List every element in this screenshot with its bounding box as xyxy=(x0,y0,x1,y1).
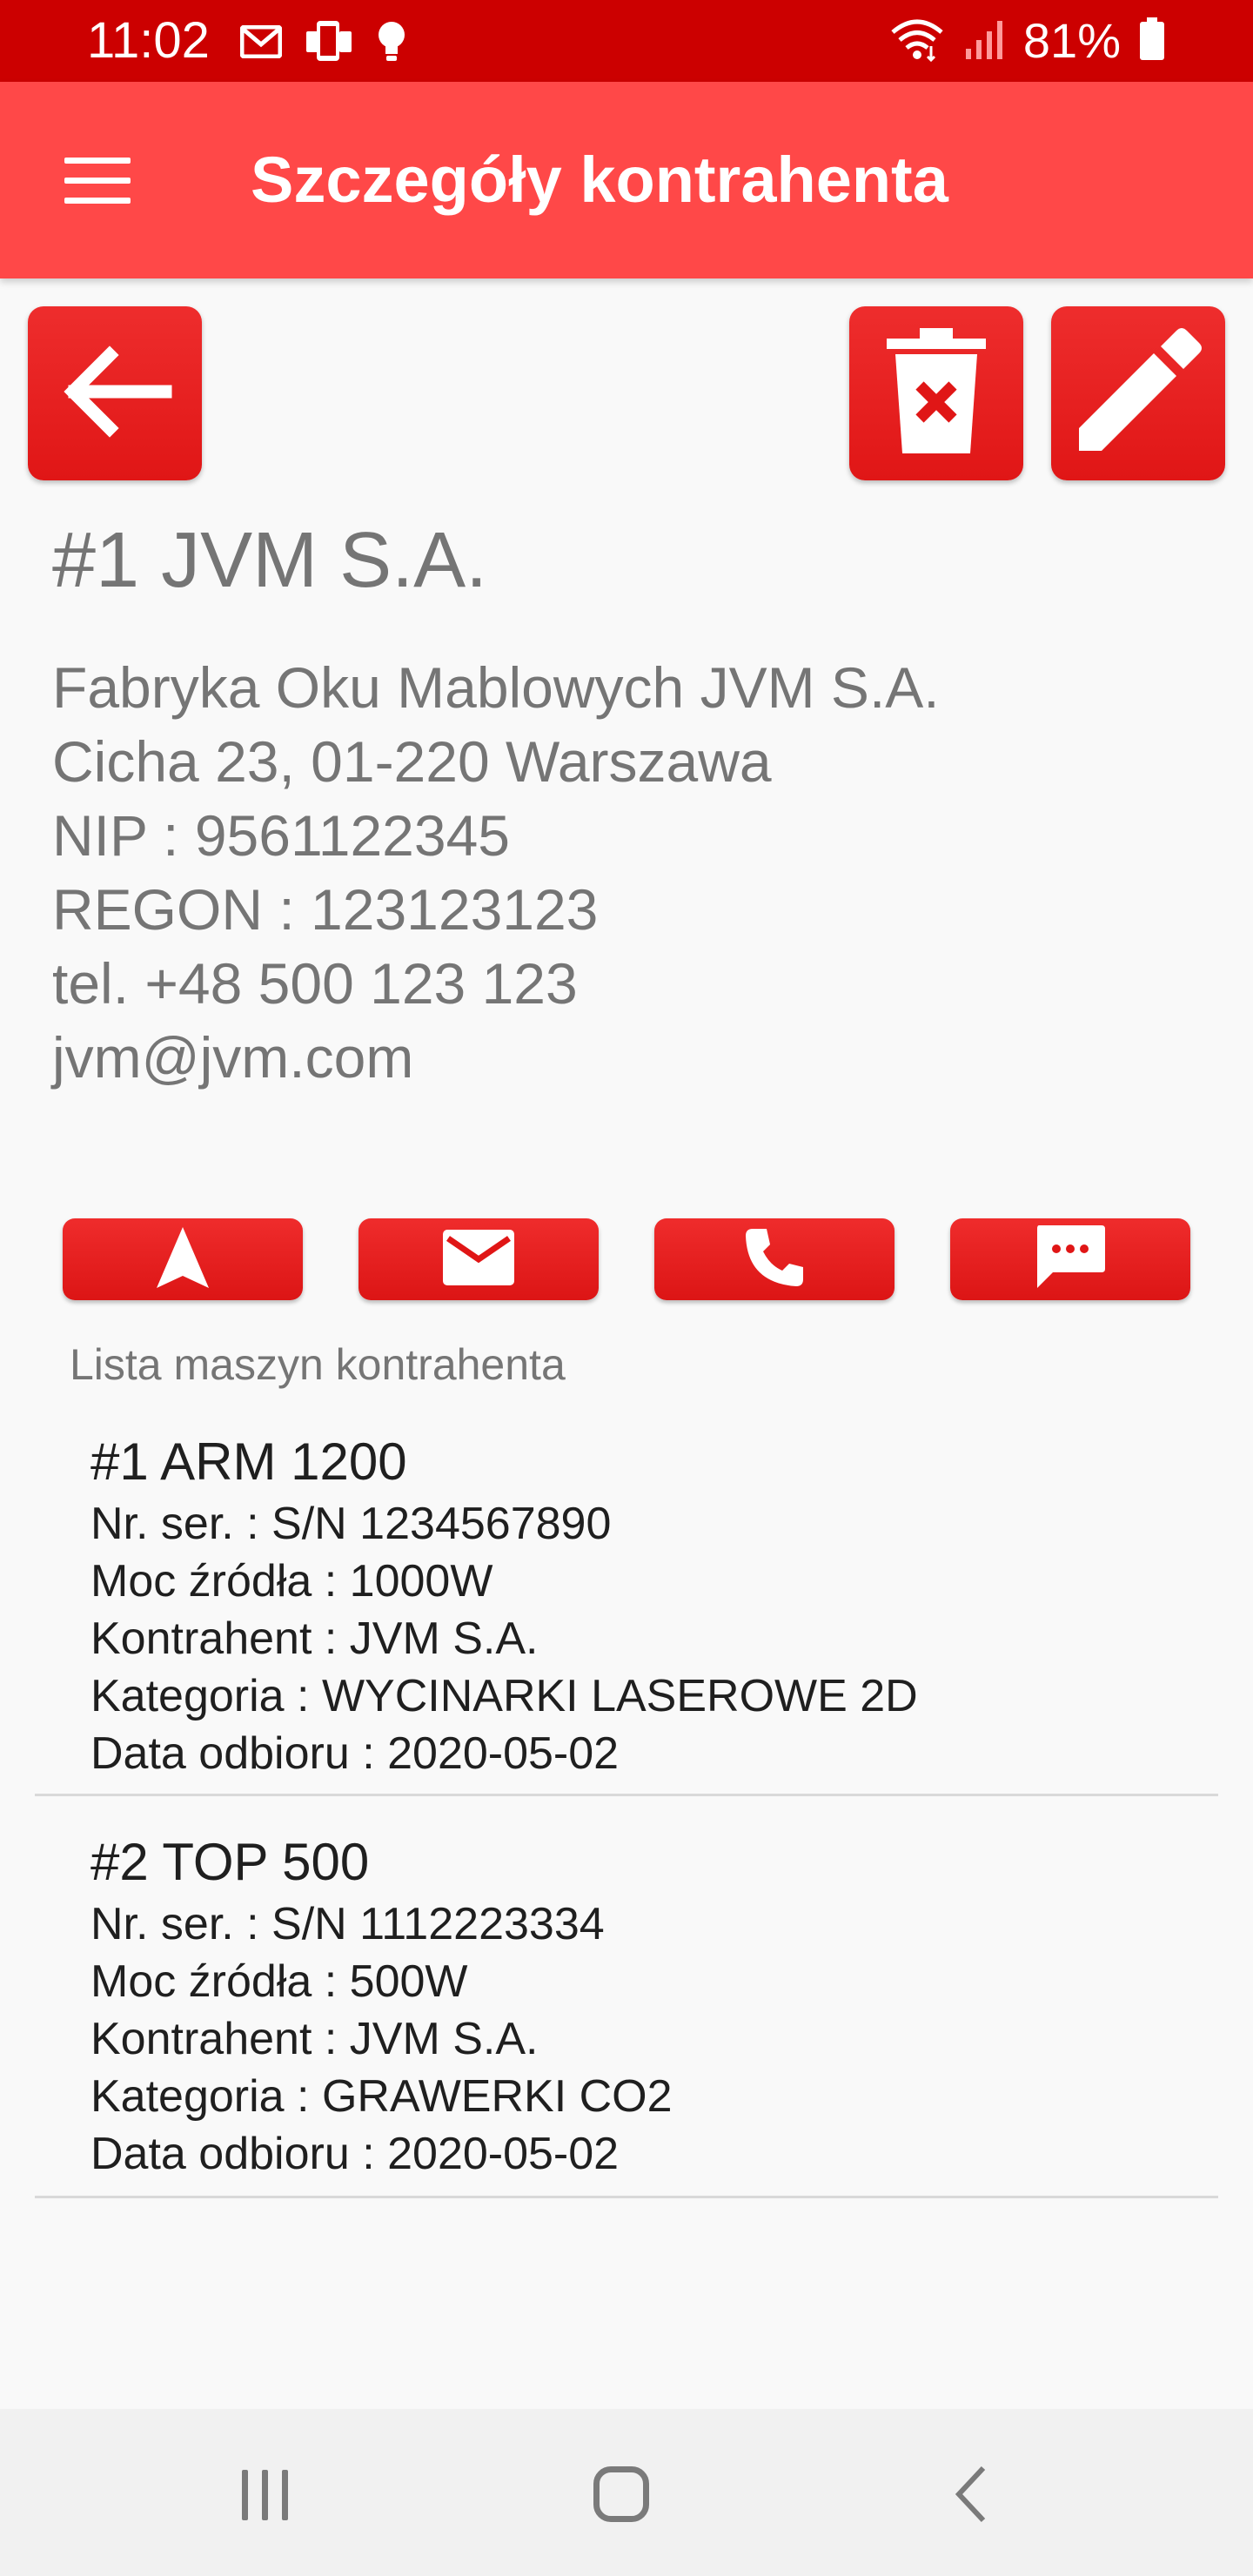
phone-icon xyxy=(742,1225,807,1294)
machine-contractor: Kontrahent : JVM S.A. xyxy=(90,1613,539,1664)
edit-button[interactable] xyxy=(1051,306,1225,480)
clock: 11:02 xyxy=(87,12,210,69)
contractor-details: Fabryka Oku Mablowych JVM S.A. Cicha 23,… xyxy=(52,651,940,1095)
machine-power: Moc źródła : 500W xyxy=(90,1956,468,2007)
sms-button[interactable] xyxy=(950,1218,1190,1300)
lightbulb-icon xyxy=(376,19,407,69)
phone-link-icon xyxy=(305,19,353,69)
email-button[interactable] xyxy=(358,1218,599,1300)
battery-icon xyxy=(1138,17,1166,65)
battery-percentage: 81% xyxy=(1022,13,1121,68)
machine-name: #1 ARM 1200 xyxy=(90,1432,407,1491)
machine-serial: Nr. ser. : S/N 1112223334 xyxy=(90,1899,605,1949)
hamburger-menu-icon[interactable] xyxy=(52,143,143,218)
arrow-left-icon xyxy=(54,331,176,457)
contractor-nip: NIP : 9561122345 xyxy=(52,803,511,868)
status-bar: 11:02 81% xyxy=(0,0,1253,82)
navigation-arrow-icon xyxy=(155,1225,211,1294)
recent-apps-icon[interactable] xyxy=(242,2470,288,2520)
machine-category: Kategoria : GRAWERKI CO2 xyxy=(90,2071,673,2122)
page-title: Szczegóły kontrahenta xyxy=(251,144,948,216)
signal-icon xyxy=(962,17,1006,65)
contractor-phone: tel. +48 500 123 123 xyxy=(52,951,578,1016)
call-button[interactable] xyxy=(654,1218,895,1300)
machine-serial: Nr. ser. : S/N 1234567890 xyxy=(90,1499,612,1549)
list-item[interactable]: #2 TOP 500 Nr. ser. : S/N 1112223334 Moc… xyxy=(35,1829,1218,2198)
contractor-address: Cicha 23, 01-220 Warszawa xyxy=(52,729,772,794)
system-back-icon[interactable] xyxy=(948,2465,992,2528)
trash-delete-icon xyxy=(880,326,993,461)
machine-pickup-date: Data odbioru : 2020-05-02 xyxy=(90,1728,620,1779)
delete-button[interactable] xyxy=(849,306,1023,480)
message-icon xyxy=(1034,1224,1107,1296)
pencil-edit-icon xyxy=(1069,322,1208,466)
list-item[interactable]: #1 ARM 1200 Nr. ser. : S/N 1234567890 Mo… xyxy=(35,1429,1218,1796)
envelope-icon xyxy=(443,1229,514,1290)
back-button[interactable] xyxy=(28,306,202,480)
home-icon[interactable] xyxy=(593,2466,649,2522)
machine-contractor: Kontrahent : JVM S.A. xyxy=(90,2014,539,2064)
gmail-icon xyxy=(239,24,283,63)
wifi-icon xyxy=(889,17,945,66)
system-navigation-bar xyxy=(0,2409,1253,2576)
machine-list-header: Lista maszyn kontrahenta xyxy=(70,1340,566,1389)
contractor-regon: REGON : 123123123 xyxy=(52,877,599,942)
machine-power: Moc źródła : 1000W xyxy=(90,1556,493,1607)
contractor-full-name: Fabryka Oku Mablowych JVM S.A. xyxy=(52,655,940,720)
machine-pickup-date: Data odbioru : 2020-05-02 xyxy=(90,2129,620,2179)
machine-name: #2 TOP 500 xyxy=(90,1833,370,1891)
app-bar: Szczegóły kontrahenta xyxy=(0,82,1253,278)
contractor-title: #1 JVM S.A. xyxy=(52,517,488,604)
machine-category: Kategoria : WYCINARKI LASEROWE 2D xyxy=(90,1671,918,1721)
contractor-email: jvm@jvm.com xyxy=(52,1025,414,1090)
navigate-button[interactable] xyxy=(63,1218,303,1300)
